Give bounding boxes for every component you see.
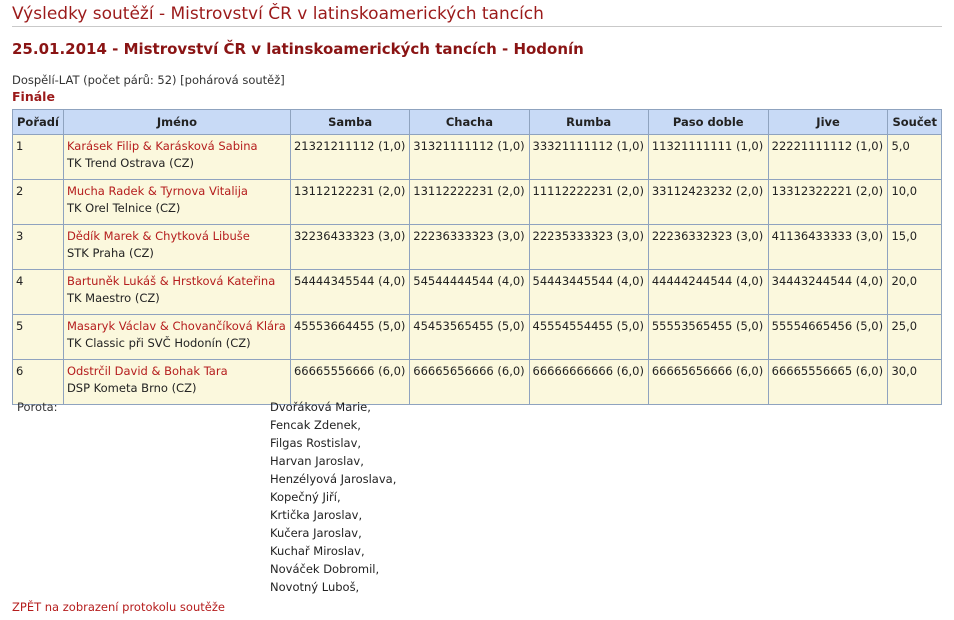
judge-name: Fencak Zdenek, [270,418,361,432]
club-name: TK Classic při SVČ Hodonín (CZ) [66,336,251,350]
judges-list: Dvořáková Marie, Fencak Zdenek, Filgas R… [270,398,396,596]
rumba-cell: 11112222231 (2,0) [528,179,649,225]
paso-doble-cell: 33112423232 (2,0) [647,179,769,225]
couple-link[interactable]: Mucha Radek & Tyrnova Vitalija [67,183,287,200]
paso-doble-cell: 22236332323 (3,0) [647,224,769,270]
samba-cell: 13112122231 (2,0) [289,179,411,225]
sum-cell: 25,0 [887,314,942,360]
sum-cell: 20,0 [887,269,942,315]
judge-name: Dvořáková Marie, [270,400,371,414]
sum-cell: 15,0 [887,224,942,270]
header-samba: Samba [289,109,411,135]
place-cell: 5 [12,314,64,360]
table-row: 5 Masaryk Václav & Chovančíková Klára TK … [12,314,942,360]
header-paso-doble: Paso doble [647,109,769,135]
club-name: DSP Kometa Brno (CZ) [66,381,197,395]
jive-cell: 66665556665 (6,0) [767,359,889,405]
rumba-cell: 54443445544 (4,0) [528,269,649,315]
jive-cell: 41136433333 (3,0) [767,224,889,270]
name-cell: Dědík Marek & Chytková Libuše STK Praha (… [62,224,291,270]
judges-label: Porota: [17,400,58,414]
table-row: 4 Bartuněk Lukáš & Hrstková Kateřina TK M… [12,269,942,315]
header-place: Pořadí [12,109,64,135]
club-name: TK Trend Ostrava (CZ) [66,156,195,170]
place-cell: 2 [12,179,64,225]
judge-name: Henzélyová Jaroslava, [270,472,397,486]
samba-cell: 54444345544 (4,0) [289,269,411,315]
couple-link[interactable]: Bartuněk Lukáš & Hrstková Kateřina [67,273,287,290]
name-cell: Mucha Radek & Tyrnova Vitalija TK Orel Te… [62,179,291,225]
name-cell: Odstrčil David & Bohak Tara DSP Kometa Br… [62,359,291,405]
header-sum: Součet [887,109,942,135]
judge-name: Filgas Rostislav, [270,436,362,450]
header-chacha: Chacha [409,109,530,135]
chacha-cell: 54544444544 (4,0) [409,269,530,315]
judge-name: Kuchař Miroslav, [270,544,365,558]
couple-link[interactable]: Masaryk Václav & Chovančíková Klára [67,318,287,335]
judge-name: Krtička Jaroslav, [270,508,363,522]
back-to-protocol-link[interactable]: ZPĚT na zobrazení protokolu soutěže [12,600,225,614]
couple-link[interactable]: Odstrčil David & Bohak Tara [67,363,287,380]
table-row: 1 Karásek Filip & Karásková Sabina TK Tre… [12,134,942,180]
chacha-cell: 31321111112 (1,0) [409,134,530,180]
couple-link[interactable]: Karásek Filip & Karásková Sabina [67,138,287,155]
judge-name: Novotný Luboš, [270,580,360,594]
sum-cell: 30,0 [887,359,942,405]
results-table: Pořadí Jméno Samba Chacha Rumba Paso dob… [12,109,942,405]
name-cell: Karásek Filip & Karásková Sabina TK Trend… [62,134,291,180]
samba-cell: 32236433323 (3,0) [289,224,411,270]
jive-cell: 34443244544 (4,0) [767,269,889,315]
place-cell: 1 [12,134,64,180]
jive-cell: 13312322221 (2,0) [767,179,889,225]
samba-cell: 45553664455 (5,0) [289,314,411,360]
table-row: 6 Odstrčil David & Bohak Tara DSP Kometa … [12,359,942,405]
table-row: 3 Dědík Marek & Chytková Libuše STK Praha… [12,224,942,270]
paso-doble-cell: 44444244544 (4,0) [647,269,769,315]
samba-cell: 21321211112 (1,0) [289,134,411,180]
table-row: 2 Mucha Radek & Tyrnova Vitalija TK Orel … [12,179,942,225]
name-cell: Masaryk Václav & Chovančíková Klára TK Cl… [62,314,291,360]
table-header-row: Pořadí Jméno Samba Chacha Rumba Paso dob… [12,109,942,135]
round-title: Finále [12,89,55,104]
place-cell: 4 [12,269,64,315]
page-title: Výsledky soutěží - Mistrovství ČR v lati… [12,4,942,27]
jive-cell: 22221111112 (1,0) [767,134,889,180]
paso-doble-cell: 55553565455 (5,0) [647,314,769,360]
chacha-cell: 13112222231 (2,0) [409,179,530,225]
club-name: STK Praha (CZ) [66,246,154,260]
header-name: Jméno [62,109,291,135]
chacha-cell: 22236333323 (3,0) [409,224,530,270]
club-name: TK Maestro (CZ) [66,291,160,305]
judge-name: Kučera Jaroslav, [270,526,362,540]
judge-name: Kopečný Jiří, [270,490,341,504]
competition-info: Dospělí-LAT (počet párů: 52) [pohárová s… [12,73,285,87]
place-cell: 3 [12,224,64,270]
judge-name: Harvan Jaroslav, [270,454,364,468]
rumba-cell: 66666666666 (6,0) [528,359,649,405]
paso-doble-cell: 11321111111 (1,0) [647,134,769,180]
competition-heading: 25.01.2014 - Mistrovství ČR v latinskoam… [12,40,584,58]
header-jive: Jive [767,109,889,135]
rumba-cell: 45554554455 (5,0) [528,314,649,360]
rumba-cell: 33321111112 (1,0) [528,134,649,180]
couple-link[interactable]: Dědík Marek & Chytková Libuše [67,228,287,245]
name-cell: Bartuněk Lukáš & Hrstková Kateřina TK Mae… [62,269,291,315]
sum-cell: 5,0 [887,134,942,180]
judge-name: Nováček Dobromil, [270,562,380,576]
chacha-cell: 45453565455 (5,0) [409,314,530,360]
paso-doble-cell: 66665656666 (6,0) [647,359,769,405]
chacha-cell: 66665656666 (6,0) [409,359,530,405]
place-cell: 6 [12,359,64,405]
club-name: TK Orel Telnice (CZ) [66,201,181,215]
header-rumba: Rumba [528,109,649,135]
jive-cell: 55554665456 (5,0) [767,314,889,360]
sum-cell: 10,0 [887,179,942,225]
rumba-cell: 22235333323 (3,0) [528,224,649,270]
